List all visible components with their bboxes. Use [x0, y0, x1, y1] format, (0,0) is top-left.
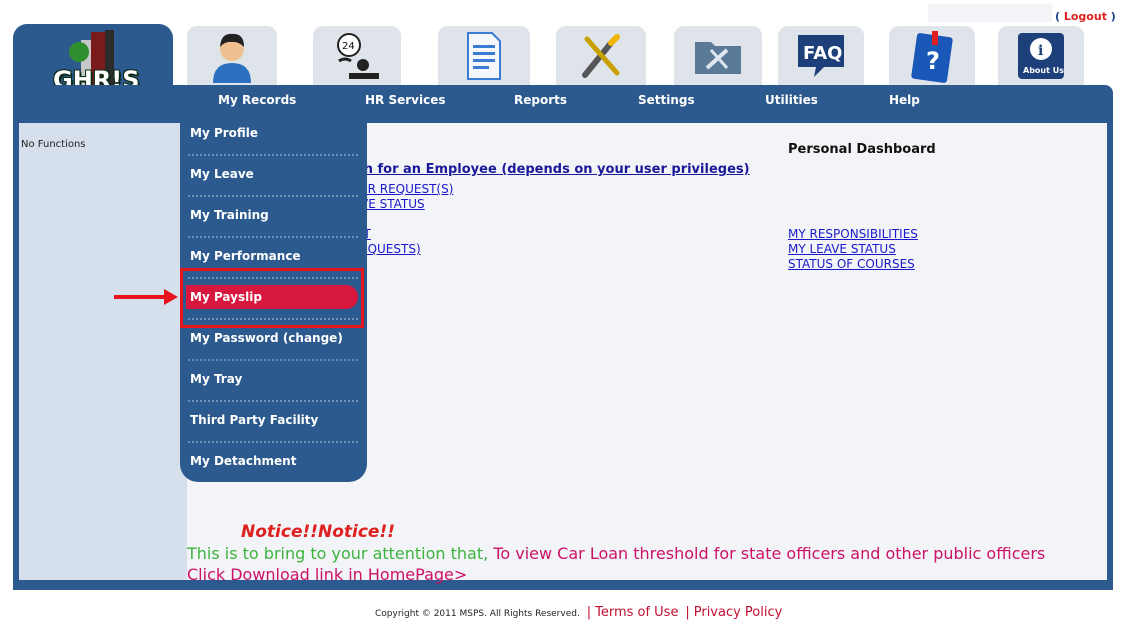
menu-label: My Training	[190, 208, 269, 222]
settings-tab[interactable]	[556, 26, 646, 86]
left-link-4[interactable]: EQUESTS)	[360, 242, 421, 256]
menu-third-party-facility[interactable]: Third Party Facility	[190, 407, 358, 433]
menu-divider	[188, 195, 358, 197]
menu-my-leave[interactable]: My Leave	[190, 161, 358, 187]
menu-my-profile[interactable]: My Profile	[190, 120, 358, 146]
menu-my-password[interactable]: My Password (change)	[190, 325, 358, 351]
svg-text:FAQ: FAQ	[803, 43, 842, 64]
tools-icon	[582, 34, 620, 78]
document-icon	[467, 32, 501, 80]
nav-settings[interactable]: Settings	[638, 93, 695, 107]
nav-utilities[interactable]: Utilities	[765, 93, 818, 107]
logout-area: ( Logout )	[1055, 10, 1116, 23]
menu-my-tray[interactable]: My Tray	[190, 366, 358, 392]
svg-text:24: 24	[342, 41, 355, 52]
username-area	[928, 4, 1052, 22]
svg-text:?: ?	[926, 47, 940, 75]
reports-tab[interactable]	[438, 26, 530, 86]
menu-label: My Password (change)	[190, 331, 343, 345]
search-employee-link[interactable]: ch for an Employee (depends on your user…	[356, 162, 750, 177]
nav-reports[interactable]: Reports	[514, 93, 567, 107]
menu-divider	[188, 154, 358, 156]
menu-label: Third Party Facility	[190, 413, 319, 427]
annotation-arrow-icon	[164, 289, 178, 305]
my-responsibilities-link[interactable]: MY RESPONSIBILITIES	[788, 227, 918, 241]
menu-divider	[188, 441, 358, 443]
annotation-highlight-box	[180, 268, 364, 328]
folder-tools-icon	[695, 42, 741, 74]
menu-label: My Profile	[190, 126, 259, 140]
about-us-tab[interactable]: i About Us	[998, 26, 1084, 86]
footer-separator: |	[685, 605, 690, 620]
notice-body: This is to bring to your attention that,…	[187, 543, 1087, 585]
menu-label: My Leave	[190, 167, 254, 181]
about-us-icon: i About Us	[1018, 33, 1064, 79]
my-records-tab[interactable]	[187, 26, 277, 86]
user-icon	[213, 33, 251, 83]
clock-support-icon: 24	[337, 33, 379, 79]
svg-text:About Us: About Us	[1023, 66, 1064, 75]
menu-label: My Performance	[190, 249, 301, 263]
faq-icon: FAQ	[798, 35, 844, 77]
menu-my-training[interactable]: My Training	[190, 202, 358, 228]
menu-divider	[188, 400, 358, 402]
left-link-2[interactable]: VE STATUS	[360, 197, 425, 211]
faq-tab[interactable]: FAQ	[778, 26, 864, 86]
footer: Copyright © 2011 MSPS. All Rights Reserv…	[375, 605, 782, 620]
sidebar-no-functions: No Functions	[21, 139, 86, 150]
nav-my-records[interactable]: My Records	[218, 93, 296, 107]
copyright-text: Copyright © 2011 MSPS. All Rights Reserv…	[375, 609, 580, 619]
menu-my-detachment[interactable]: My Detachment	[190, 448, 358, 474]
left-link-1[interactable]: ER REQUEST(S)	[360, 182, 453, 196]
terms-of-use-link[interactable]: Terms of Use	[595, 605, 678, 620]
my-leave-status-link[interactable]: MY LEAVE STATUS	[788, 242, 896, 256]
nav-help[interactable]: Help	[889, 93, 920, 107]
menu-label: My Tray	[190, 372, 243, 386]
menu-divider	[188, 236, 358, 238]
personal-dashboard-title: Personal Dashboard	[788, 142, 936, 157]
menu-my-performance[interactable]: My Performance	[190, 243, 358, 269]
footer-separator: |	[586, 605, 592, 620]
privacy-policy-link[interactable]: Privacy Policy	[694, 605, 783, 620]
svg-text:i: i	[1038, 43, 1043, 59]
help-book-icon: ?	[911, 31, 953, 83]
nav-hr-services[interactable]: HR Services	[365, 93, 446, 107]
notice-title: Notice!!Notice!!	[241, 522, 395, 542]
menu-label: My Detachment	[190, 454, 297, 468]
help-tab[interactable]: ?	[889, 26, 975, 86]
annotation-arrow-shaft	[114, 295, 166, 299]
menu-divider	[188, 359, 358, 361]
status-of-courses-link[interactable]: STATUS OF COURSES	[788, 257, 915, 271]
utilities-tab[interactable]	[674, 26, 762, 86]
logout-link[interactable]: Logout	[1064, 10, 1107, 23]
notice-body-intro: This is to bring to your attention that,	[187, 544, 494, 563]
hr-services-tab[interactable]: 24	[313, 26, 401, 86]
sidebar: No Functions	[19, 123, 187, 580]
